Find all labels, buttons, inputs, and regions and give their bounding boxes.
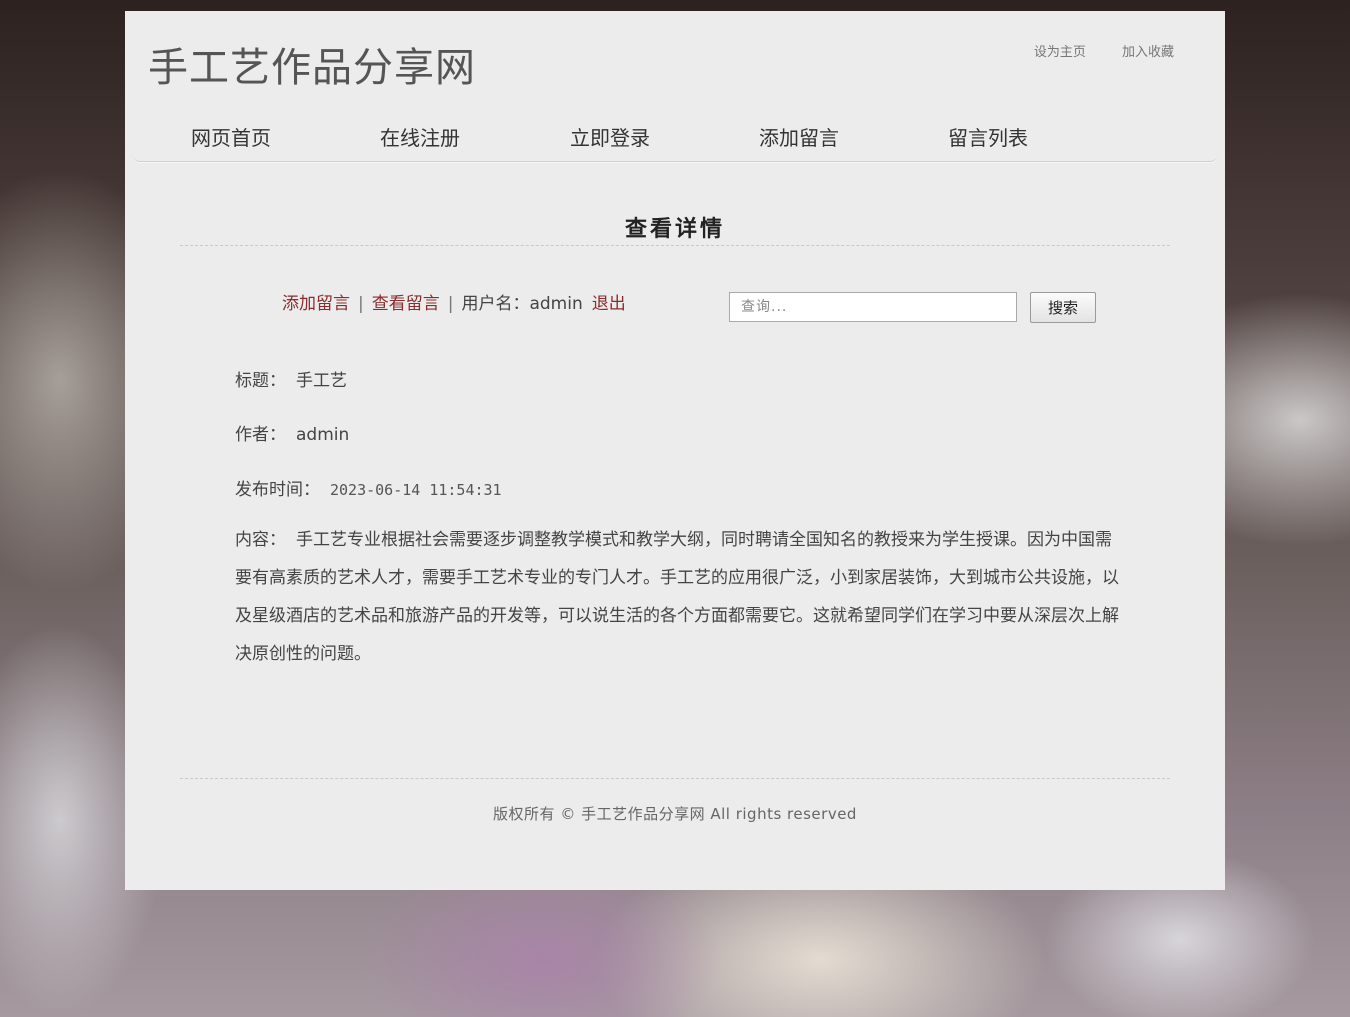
title-value: 手工艺 bbox=[296, 371, 347, 391]
set-homepage-link[interactable]: 设为主页 bbox=[1034, 45, 1086, 60]
nav-item-message-list[interactable]: 留言列表 bbox=[948, 122, 1028, 151]
top-links: 设为主页 加入收藏 bbox=[1002, 41, 1174, 60]
detail-content: 内容： 手工艺专业根据社会需要逐步调整教学模式和教学大纲，同时聘请全国知名的教授来… bbox=[235, 521, 1120, 673]
main-nav: 网页首页 在线注册 立即登录 添加留言 留言列表 bbox=[132, 110, 1218, 162]
nav-item-login[interactable]: 立即登录 bbox=[570, 122, 650, 151]
detail-time-row: 发布时间： 2023-06-14 11:54:31 bbox=[235, 475, 502, 500]
main-panel: 手工艺作品分享网 设为主页 加入收藏 网页首页 在线注册 立即登录 添加留言 留… bbox=[125, 11, 1225, 890]
title-label: 标题： bbox=[235, 371, 286, 391]
site-title: 手工艺作品分享网 bbox=[148, 45, 476, 91]
nav-item-home[interactable]: 网页首页 bbox=[191, 122, 271, 151]
username-label: 用户名：admin bbox=[461, 294, 583, 314]
detail-author-row: 作者： admin bbox=[235, 420, 349, 445]
view-messages-link[interactable]: 查看留言 bbox=[372, 294, 440, 314]
separator: | bbox=[447, 294, 454, 314]
user-actions-bar: 添加留言 | 查看留言 | 用户名：admin 退出 bbox=[282, 289, 626, 314]
footer-divider bbox=[180, 778, 1170, 779]
content-value: 手工艺专业根据社会需要逐步调整教学模式和教学大纲，同时聘请全国知名的教授来为学生… bbox=[235, 530, 1119, 664]
nav-item-add-message[interactable]: 添加留言 bbox=[759, 122, 839, 151]
separator: | bbox=[358, 294, 364, 314]
add-message-link[interactable]: 添加留言 bbox=[282, 294, 350, 314]
content-label: 内容： bbox=[235, 530, 286, 550]
author-label: 作者： bbox=[235, 425, 286, 445]
detail-title-row: 标题： 手工艺 bbox=[235, 366, 347, 391]
logout-link[interactable]: 退出 bbox=[592, 294, 626, 314]
search-input[interactable] bbox=[729, 292, 1017, 322]
heading-divider bbox=[180, 245, 1170, 246]
search-button[interactable]: 搜索 bbox=[1030, 292, 1096, 323]
add-favorite-link[interactable]: 加入收藏 bbox=[1122, 45, 1174, 60]
time-value: 2023-06-14 11:54:31 bbox=[330, 481, 502, 499]
author-value: admin bbox=[296, 425, 350, 445]
time-label: 发布时间： bbox=[235, 480, 320, 500]
nav-item-register[interactable]: 在线注册 bbox=[380, 122, 460, 151]
page-title: 查看详情 bbox=[624, 216, 725, 242]
footer-copyright: 版权所有 © 手工艺作品分享网 All rights reserved bbox=[493, 805, 857, 823]
